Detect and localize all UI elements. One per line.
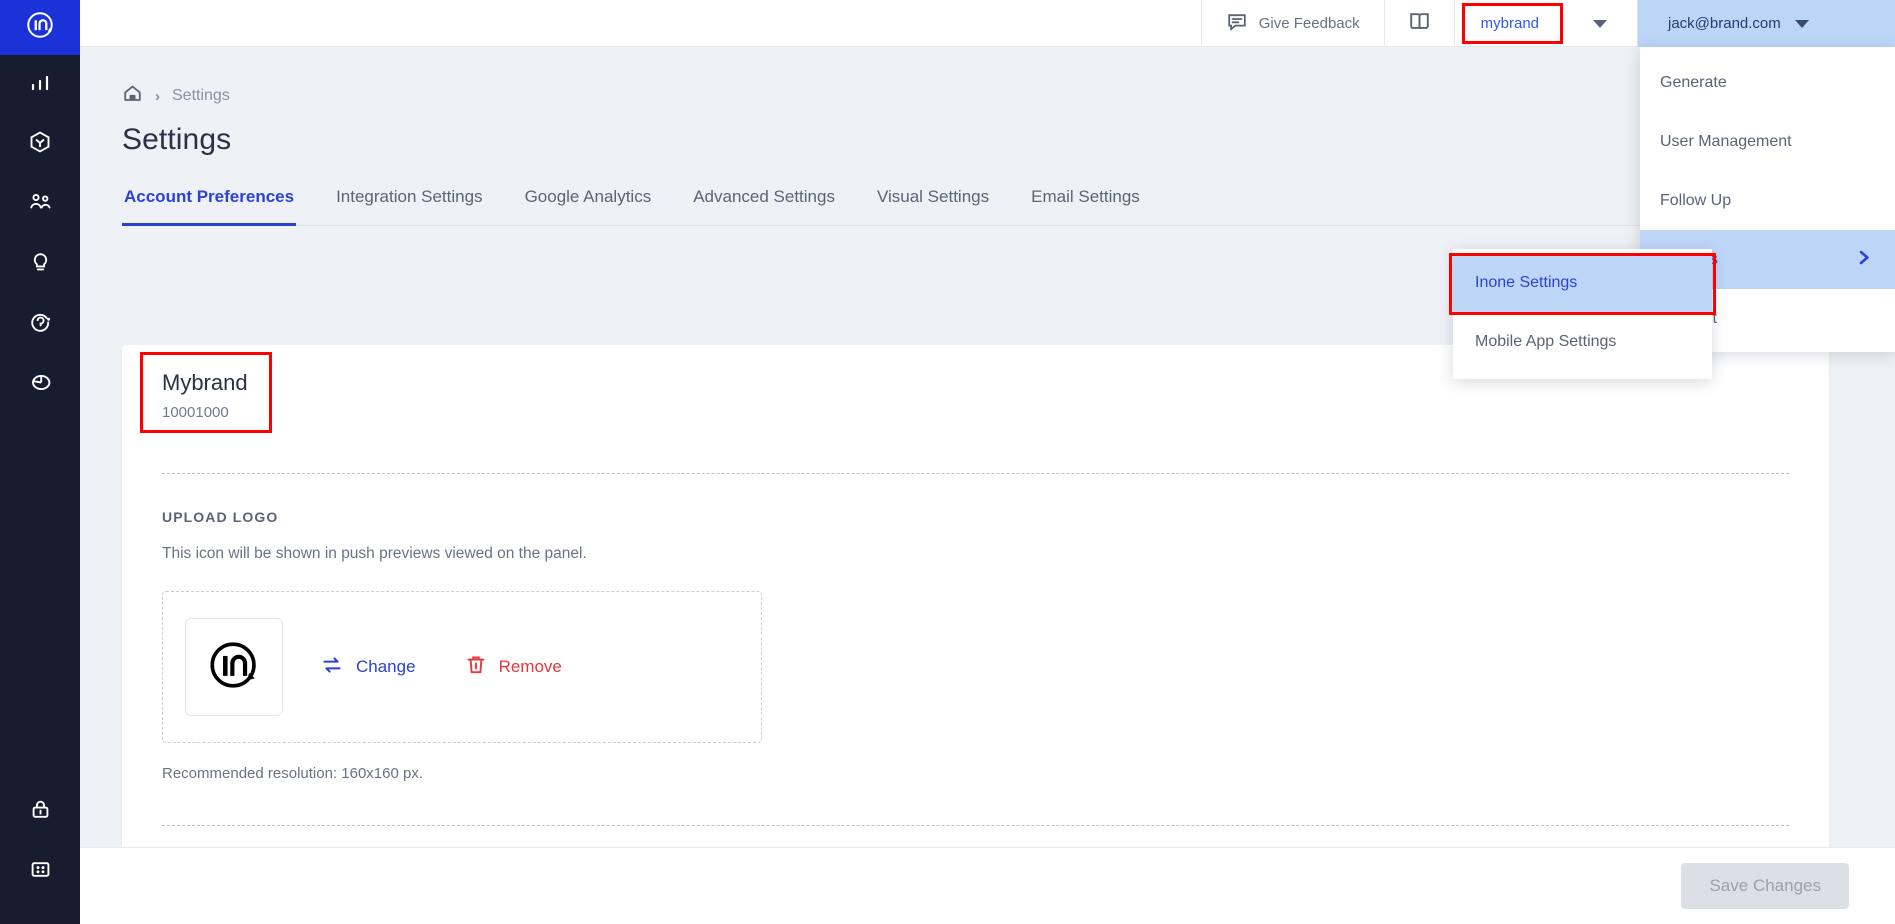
tab-account-preferences[interactable]: Account Preferences <box>122 187 297 226</box>
swap-arrows-icon <box>321 654 343 681</box>
logo-preview <box>185 618 283 716</box>
page-title: Settings <box>122 123 232 156</box>
app-root: Give Feedback mybrand jack@brand.com › S… <box>0 0 1895 924</box>
in-logo-icon <box>205 636 263 699</box>
pie-chart-icon <box>28 370 53 400</box>
trash-icon <box>466 654 486 681</box>
sidebar-item-apps[interactable] <box>0 842 80 902</box>
change-logo-button[interactable]: Change <box>321 654 416 681</box>
in-logo-icon <box>25 10 55 45</box>
upload-logo-description: This icon will be shown in push previews… <box>162 545 587 562</box>
submenu-item-inone-settings[interactable]: Inone Settings <box>1453 253 1712 312</box>
settings-submenu-inone-wrap: Inone Settings <box>1449 253 1716 315</box>
remove-logo-button[interactable]: Remove <box>466 654 562 681</box>
settings-tabs: Account Preferences Integration Settings… <box>122 187 1829 226</box>
lock-icon <box>28 797 53 827</box>
book-icon <box>1407 9 1432 39</box>
breadcrumb: › Settings <box>80 47 1895 109</box>
give-feedback-label: Give Feedback <box>1258 15 1360 32</box>
sidebar-bottom-nav <box>0 782 80 924</box>
user-email-label: jack@brand.com <box>1668 15 1781 32</box>
chevron-down-icon <box>1593 19 1607 28</box>
brand-selector[interactable]: mybrand <box>1453 0 1565 47</box>
breadcrumb-separator: › <box>155 87 160 105</box>
brand-info-block: Mybrand 10001000 <box>140 352 302 433</box>
user-menu-label: Generate <box>1660 73 1727 91</box>
sidebar-item-reports[interactable] <box>0 355 80 415</box>
grid-apps-icon <box>28 857 53 887</box>
logo-recommendation: Recommended resolution: 160x160 px. <box>162 765 423 782</box>
docs-button[interactable] <box>1383 0 1454 47</box>
sidebar-item-insights[interactable] <box>0 235 80 295</box>
settings-submenu: Inone Settings Mobile App Settings <box>1449 249 1716 379</box>
user-menu-item-user-management[interactable]: User Management <box>1640 112 1895 171</box>
topbar: Give Feedback mybrand jack@brand.com <box>80 0 1895 47</box>
divider-top <box>162 473 1789 474</box>
main-content: › Settings Settings Account Preferences … <box>80 47 1895 924</box>
sidebar-item-audience[interactable] <box>0 175 80 235</box>
submenu-label: Inone Settings <box>1475 273 1578 291</box>
sidebar-item-security[interactable] <box>0 782 80 842</box>
hexagon-target-icon <box>27 130 53 161</box>
tab-google-analytics[interactable]: Google Analytics <box>523 187 654 226</box>
home-icon[interactable] <box>122 83 143 109</box>
brand-selector-label: mybrand <box>1480 15 1539 32</box>
account-preferences-card: Mybrand 10001000 UPLOAD LOGO This icon w… <box>122 345 1829 924</box>
circle-arrow-icon <box>28 310 53 340</box>
user-menu-item-follow-up[interactable]: Follow Up <box>1640 171 1895 230</box>
user-menu-label: Follow Up <box>1660 191 1732 209</box>
brand-dropdown-toggle[interactable] <box>1565 0 1637 47</box>
sidebar-item-automation[interactable] <box>0 295 80 355</box>
sidebar-logo[interactable] <box>0 0 80 55</box>
chevron-right-icon <box>1858 249 1871 271</box>
give-feedback-button[interactable]: Give Feedback <box>1200 0 1384 47</box>
sidebar-nav <box>0 55 80 415</box>
tab-email-settings[interactable]: Email Settings <box>1029 187 1142 226</box>
chat-bubble-icon <box>1226 11 1248 37</box>
remove-logo-label: Remove <box>498 657 562 676</box>
user-menu-toggle[interactable]: jack@brand.com <box>1637 0 1895 47</box>
brand-name: Mybrand <box>162 370 248 395</box>
logo-dropzone[interactable]: Change Remove <box>162 591 762 743</box>
sidebar-item-analytics[interactable] <box>0 55 80 115</box>
tab-advanced-settings[interactable]: Advanced Settings <box>691 187 837 226</box>
user-menu-label: User Management <box>1660 132 1792 150</box>
footer-bar: Save Changes <box>80 847 1895 924</box>
user-menu-item-generate[interactable]: Generate <box>1640 53 1895 112</box>
chevron-down-icon <box>1794 19 1809 28</box>
submenu-label: Mobile App Settings <box>1475 332 1617 350</box>
audience-people-icon <box>27 189 54 221</box>
sidebar <box>0 0 80 924</box>
divider-bottom <box>162 825 1789 826</box>
upload-logo-label: UPLOAD LOGO <box>162 509 279 525</box>
lightbulb-icon <box>28 250 53 280</box>
bar-chart-icon <box>28 71 52 100</box>
tab-integration-settings[interactable]: Integration Settings <box>334 187 484 226</box>
sidebar-item-campaigns[interactable] <box>0 115 80 175</box>
tab-visual-settings[interactable]: Visual Settings <box>875 187 991 226</box>
change-logo-label: Change <box>356 657 416 676</box>
save-changes-button[interactable]: Save Changes <box>1681 863 1849 909</box>
submenu-item-mobile-app-settings[interactable]: Mobile App Settings <box>1453 312 1712 371</box>
breadcrumb-current[interactable]: Settings <box>172 87 230 105</box>
brand-id: 10001000 <box>162 404 229 421</box>
